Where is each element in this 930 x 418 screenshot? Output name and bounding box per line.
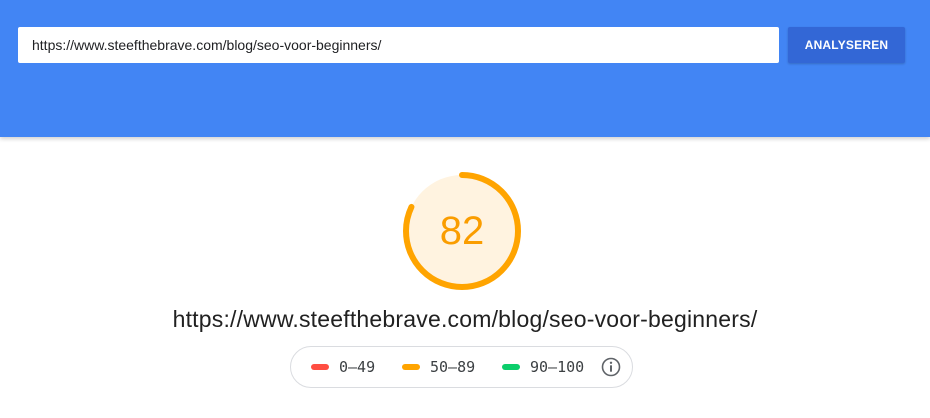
legend-bar-orange [402,364,420,370]
info-icon[interactable] [601,357,621,377]
score-gauge: 82 [401,170,523,292]
analyze-button[interactable]: ANALYSEREN [788,27,905,63]
legend-item-average: 50–89 [402,347,475,387]
legend-item-pass: 90–100 [502,347,584,387]
url-input[interactable] [18,27,779,63]
legend-bar-green [502,364,520,370]
legend-label: 90–100 [530,358,585,376]
legend-label: 0–49 [339,358,376,376]
legend-item-fail: 0–49 [311,347,375,387]
header-bar: ANALYSEREN [0,0,930,137]
legend-bar-red [311,364,329,370]
legend-label: 50–89 [430,358,476,376]
score-legend: 0–49 50–89 90–100 [290,346,633,388]
result-url: https://www.steefthebrave.com/blog/seo-v… [172,306,758,332]
score-value: 82 [439,209,485,253]
